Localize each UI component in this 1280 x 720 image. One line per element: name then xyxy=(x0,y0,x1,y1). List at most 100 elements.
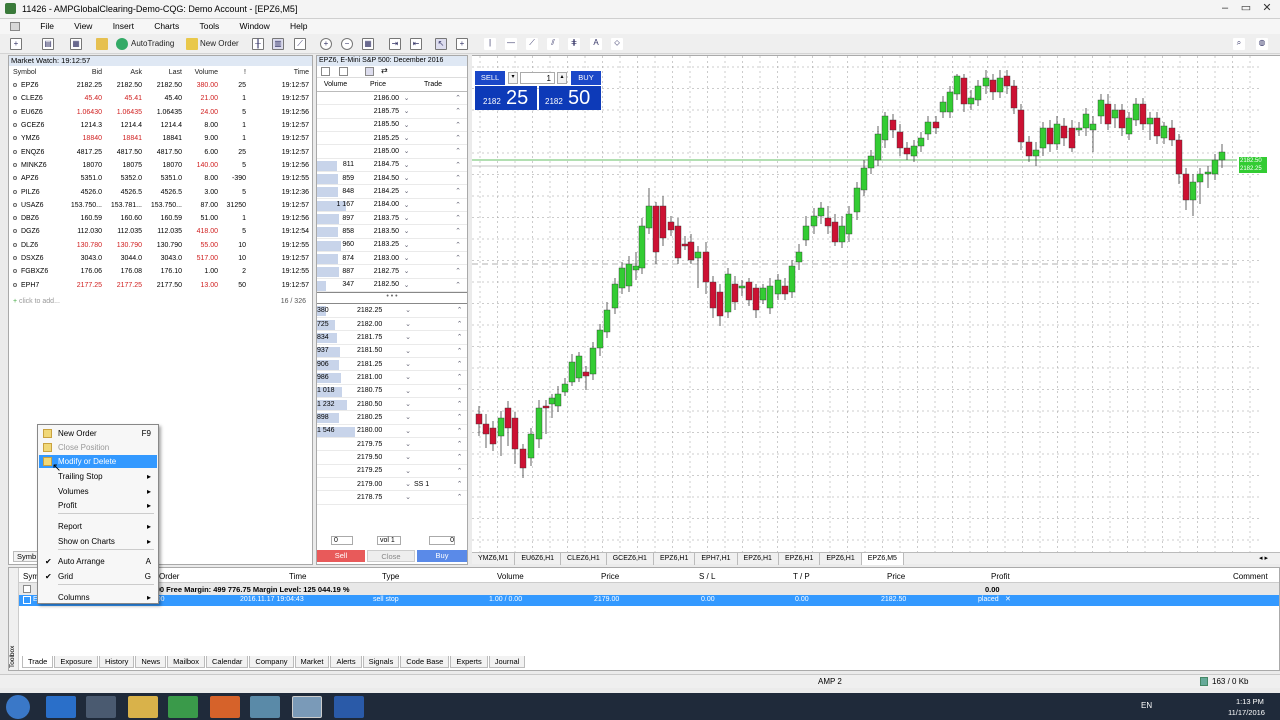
dom-row[interactable]: 1 018 2180.75 ⌄ ⌃ xyxy=(317,384,467,398)
menu-window[interactable]: Window xyxy=(240,19,270,34)
col-ask[interactable]: Ask xyxy=(105,66,145,79)
dom-price-cell[interactable]: 2184.00 xyxy=(357,198,402,212)
dom-trade-cell[interactable] xyxy=(414,317,452,332)
dom-buy-limit-icon[interactable]: ⌃ xyxy=(452,144,467,159)
dom-trade-cell[interactable] xyxy=(414,184,452,199)
zoom-in-icon[interactable]: + xyxy=(320,38,332,50)
dom-price-cell[interactable]: 2182.25 xyxy=(357,304,402,318)
blogger-icon[interactable] xyxy=(210,696,240,718)
dom-sell-limit-icon[interactable]: ⌄ xyxy=(402,424,414,438)
dom-price-cell[interactable]: 2185.25 xyxy=(357,131,402,146)
dom-sell-limit-icon[interactable]: ⌄ xyxy=(402,118,414,132)
dom-row[interactable]: 2179.00 ⌄ SS 1 ⌃ xyxy=(317,477,467,492)
dom-price-cell[interactable]: 2185.50 xyxy=(357,118,402,132)
dom-price-cell[interactable]: 2181.50 xyxy=(357,344,402,358)
price-chart[interactable]: SELL ▾ 1 ▴ BUY 2182 25 2182 50 2182.50 2… xyxy=(472,55,1280,553)
dom-row[interactable]: 2179.25 ⌄ ⌃ xyxy=(317,464,467,478)
chart-tab-active[interactable]: EPZ6,M5 xyxy=(861,553,904,565)
dom-sell-limit-icon[interactable]: ⌄ xyxy=(402,131,414,146)
new-order-button[interactable]: New Order xyxy=(200,37,239,51)
dom-row[interactable]: 960 2183.25 ⌄ ⌃ xyxy=(317,238,467,252)
dom-sell-limit-icon[interactable]: ⌄ xyxy=(402,251,414,266)
maximize-icon[interactable]: ▭ xyxy=(1236,1,1256,16)
col-flag[interactable]: ! xyxy=(221,66,249,79)
chat-icon[interactable]: ◍ xyxy=(1256,38,1268,50)
chart-tab[interactable]: EPZ6,H1 xyxy=(654,553,696,565)
outlook-icon[interactable] xyxy=(334,696,364,718)
dom-row[interactable]: 887 2182.75 ⌄ ⌃ xyxy=(317,264,467,279)
tab-exposure[interactable]: Exposure xyxy=(54,656,99,668)
line-chart-icon[interactable]: ⟋ xyxy=(294,38,306,50)
dom-buy-limit-icon[interactable]: ⌃ xyxy=(452,437,467,452)
dom-row[interactable]: 937 2181.50 ⌄ ⌃ xyxy=(317,344,467,358)
dom-buy-limit-icon[interactable]: ⌃ xyxy=(452,397,467,412)
dom-sell-limit-icon[interactable]: ⌄ xyxy=(402,304,414,318)
dom-price-cell[interactable]: 2179.25 xyxy=(357,464,402,478)
dom-buy-limit-icon[interactable]: ⌃ xyxy=(452,330,467,345)
language-indicator[interactable]: EN xyxy=(1141,701,1152,710)
doc-icon[interactable] xyxy=(10,22,20,32)
dom-price-cell[interactable]: 2179.00 xyxy=(357,477,402,492)
dom-row[interactable]: 725 2182.00 ⌄ ⌃ xyxy=(317,317,467,332)
dom-buy-limit-icon[interactable]: ⌃ xyxy=(452,490,467,505)
dom-sell-button[interactable]: Sell xyxy=(317,550,365,562)
context-menu-item[interactable]: Profit ▸ xyxy=(39,499,157,512)
term-col-comment[interactable]: Comment xyxy=(1233,572,1268,581)
dom-close-button[interactable]: Close xyxy=(367,550,415,562)
tab-history[interactable]: History xyxy=(99,656,135,668)
context-menu-item[interactable]: Report ▸ xyxy=(39,520,157,533)
dom-left-input[interactable]: 0 xyxy=(331,536,353,545)
dom-sell-limit-icon[interactable]: ⌄ xyxy=(402,450,414,465)
dom-sell-limit-icon[interactable]: ⌄ xyxy=(402,238,414,252)
term-col-sl[interactable]: S / L xyxy=(699,572,715,581)
trendline-icon[interactable]: ⟋ xyxy=(526,38,538,50)
term-col-time[interactable]: Time xyxy=(289,572,306,581)
dom-price-cell[interactable]: 2184.25 xyxy=(357,184,402,199)
chart-tab[interactable]: EU6Z6,H1 xyxy=(515,553,562,565)
dom-trade-cell[interactable] xyxy=(414,437,452,452)
shapes-icon[interactable]: ⬦ xyxy=(611,38,623,50)
dom-row[interactable]: 834 2181.75 ⌄ ⌃ xyxy=(317,330,467,345)
chart-tab[interactable]: EPH7,H1 xyxy=(695,553,738,565)
dom-row[interactable]: 859 2184.50 ⌄ ⌃ xyxy=(317,171,467,186)
clock-date[interactable]: 11/17/2016 xyxy=(1228,708,1265,717)
dom-buy-limit-icon[interactable]: ⌃ xyxy=(452,344,467,358)
chart-tab[interactable]: GCEZ6,H1 xyxy=(607,553,654,565)
cursor-icon[interactable]: ↖ xyxy=(435,38,447,50)
menu-insert[interactable]: Insert xyxy=(113,19,134,34)
dom-buy-limit-icon[interactable]: ⌃ xyxy=(452,158,467,172)
dom-row[interactable]: 2179.50 ⌄ ⌃ xyxy=(317,450,467,465)
dom-row[interactable]: 2178.75 ⌄ ⌃ xyxy=(317,490,467,505)
dom-trade-cell[interactable] xyxy=(414,370,452,385)
tab-mailbox[interactable]: Mailbox xyxy=(167,656,205,668)
dom-buy-limit-icon[interactable]: ⌃ xyxy=(452,211,467,226)
dom-row[interactable]: 858 2183.50 ⌄ ⌃ xyxy=(317,224,467,239)
zoom-out-icon[interactable]: − xyxy=(341,38,353,50)
dom-sell-limit-icon[interactable]: ⌄ xyxy=(402,198,414,212)
dom-price-cell[interactable]: 2180.25 xyxy=(357,410,402,425)
ie-icon[interactable] xyxy=(46,696,76,718)
one-click-sell-label[interactable]: SELL xyxy=(475,71,505,85)
dom-row[interactable]: 2185.25 ⌄ ⌃ xyxy=(317,131,467,146)
tab-trade[interactable]: Trade xyxy=(22,656,54,668)
dom-trade-cell[interactable] xyxy=(414,104,452,119)
dom-price-cell[interactable]: 2185.75 xyxy=(357,104,402,119)
dom-trade-cell[interactable] xyxy=(414,158,452,172)
autoscroll-icon[interactable]: ⇤ xyxy=(410,38,422,50)
dom-price-cell[interactable]: 2179.75 xyxy=(357,437,402,452)
context-menu-item[interactable]: New Order F9 xyxy=(39,427,157,440)
market-watch-row[interactable]: DBZ6 160.59 160.60 160.59 51.00 1 19:12:56 xyxy=(9,212,312,225)
market-watch-row[interactable]: ENQZ6 4817.25 4817.50 4817.50 6.00 25 19:12:57 xyxy=(9,145,312,158)
dom-buy-limit-icon[interactable]: ⌃ xyxy=(452,410,467,425)
menu-charts[interactable]: Charts xyxy=(154,19,179,34)
dom-buy-limit-icon[interactable]: ⌃ xyxy=(452,184,467,199)
metatrader-icon[interactable] xyxy=(292,696,322,718)
market-watch-row[interactable]: DLZ6 130.780 130.790 130.790 55.00 10 19:12:55 xyxy=(9,239,312,252)
dom-sell-limit-icon[interactable]: ⌄ xyxy=(402,397,414,412)
app-icon-5[interactable] xyxy=(250,696,280,718)
minimize-icon[interactable]: – xyxy=(1215,1,1235,16)
dom-buy-limit-icon[interactable]: ⌃ xyxy=(452,224,467,239)
dom-buy-limit-icon[interactable]: ⌃ xyxy=(452,370,467,385)
market-watch-row[interactable]: PILZ6 4526.0 4526.5 4526.5 3.00 5 19:12:36 xyxy=(9,185,312,198)
dom-buy-limit-icon[interactable]: ⌃ xyxy=(452,131,467,146)
